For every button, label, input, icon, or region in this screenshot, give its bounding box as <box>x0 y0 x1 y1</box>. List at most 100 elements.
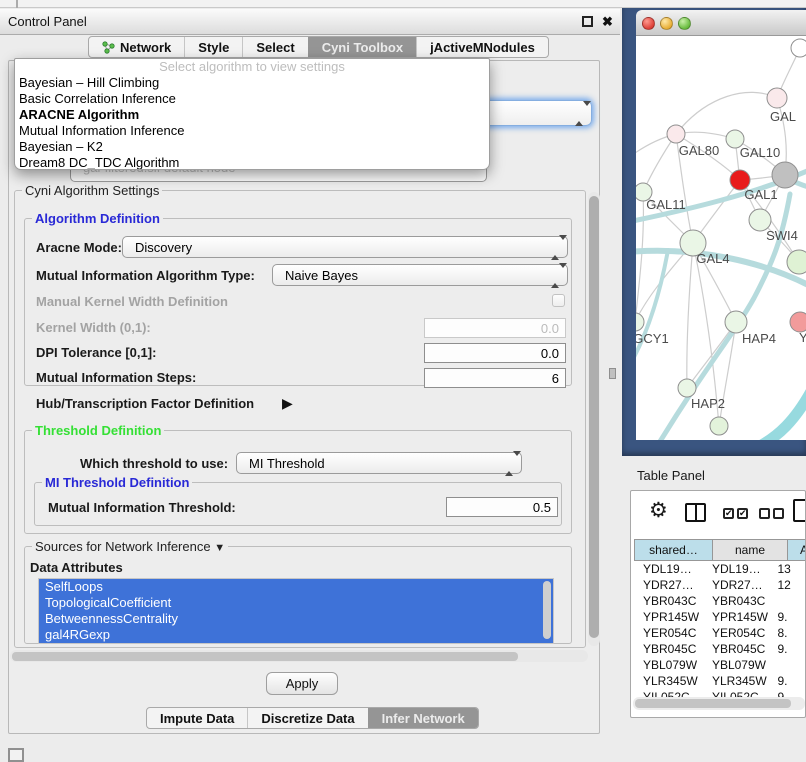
attribute-item-betweennesscentrality[interactable]: BetweennessCentrality <box>39 611 553 627</box>
network-node-gray-node[interactable] <box>772 162 798 188</box>
network-node-gal-top[interactable] <box>767 88 787 108</box>
algorithm-option-mutual-information-inference[interactable]: Mutual Information Inference <box>15 123 489 139</box>
sources-title[interactable]: Sources for Network Inference ▼ <box>32 539 228 554</box>
network-node-top-arc[interactable] <box>791 39 806 57</box>
network-window-titlebar[interactable] <box>636 10 806 36</box>
gear-icon[interactable]: ⚙ <box>649 500 668 521</box>
table-row-0[interactable]: YDL19…YDL19…13 <box>634 561 806 577</box>
algorithm-option-basic-correlation-inference[interactable]: Basic Correlation Inference <box>15 91 489 107</box>
table-cell: YER054C <box>634 625 703 641</box>
mi-algorithm-type-combo[interactable]: Naive Bayes <box>272 264 568 286</box>
table-row-1[interactable]: YDR27…YDR27…12 <box>634 577 806 593</box>
bottom-tabbar: Impute Data Discretize Data Infer Network <box>146 707 479 729</box>
table-row-7[interactable]: YLR345WYLR345W9. <box>634 673 806 689</box>
mi-threshold-field[interactable]: 0.5 <box>446 497 558 517</box>
which-threshold-combo[interactable]: MI Threshold <box>236 452 522 474</box>
network-node-y-salmon[interactable] <box>790 312 806 332</box>
network-node-hap2[interactable] <box>678 379 696 397</box>
manual-kernel-width-checkbox[interactable] <box>552 294 565 307</box>
mi-algorithm-type-value: Naive Bayes <box>285 268 358 283</box>
kernel-width-field[interactable]: 0.0 <box>424 318 566 338</box>
hub-factor-expander-label[interactable]: Hub/Transcription Factor Definition <box>36 396 254 411</box>
network-node-gal80[interactable] <box>667 125 685 143</box>
network-node-label-swi4: SWI4 <box>766 228 798 243</box>
float-window-icon[interactable] <box>582 16 593 27</box>
unchecked-checkboxes-icon[interactable] <box>759 508 784 519</box>
table-panel-title: Table Panel <box>637 466 705 486</box>
table-row-2[interactable]: YBR043CYBR043C <box>634 593 806 609</box>
table-cell: YDR27… <box>634 577 703 593</box>
expand-right-icon[interactable]: ▶ <box>282 395 293 412</box>
dpi-tolerance-field[interactable]: 0.0 <box>424 343 566 363</box>
tab-impute-data[interactable]: Impute Data <box>147 708 247 728</box>
control-panel-titlebar: Control Panel ✖ <box>0 9 620 35</box>
table-cell <box>768 593 806 609</box>
table-cell: 9. <box>768 673 806 689</box>
aracne-mode-combo[interactable]: Discovery <box>122 236 568 258</box>
network-node-bottom-green[interactable] <box>710 417 728 435</box>
tab-select[interactable]: Select <box>242 37 307 57</box>
split-columns-icon[interactable] <box>685 503 706 522</box>
tab-impute-data-label: Impute Data <box>160 711 234 726</box>
tab-network-label: Network <box>120 40 171 55</box>
table-cell: YBL079W <box>634 657 703 673</box>
document-icon[interactable] <box>793 499 806 522</box>
dpi-tolerance-value: 0.0 <box>541 346 559 361</box>
network-node-gcy1[interactable] <box>636 313 644 331</box>
table-panel-window: ⚙ shared…nameA YDL19…YDL19…13YDR27…YDR27… <box>630 490 806 718</box>
attribute-item-selfloops[interactable]: SelfLoops <box>39 579 553 595</box>
tab-jactivemnodules[interactable]: jActiveMNodules <box>416 37 548 57</box>
window-close-button[interactable] <box>642 17 655 30</box>
checked-checkboxes-icon[interactable] <box>723 508 748 519</box>
column-header-a[interactable]: A <box>788 539 806 561</box>
algorithm-option-bayesian-k2[interactable]: Bayesian – K2 <box>15 139 489 155</box>
table-cell: YBR045C <box>703 641 769 657</box>
network-node-label-hap4: HAP4 <box>742 331 776 346</box>
settings-hscrollbar-thumb[interactable] <box>12 652 518 661</box>
table-cell: YBR045C <box>634 641 703 657</box>
algorithm-option-bayesian-hill-climbing[interactable]: Bayesian – Hill Climbing <box>15 75 489 91</box>
close-icon[interactable]: ✖ <box>602 13 613 31</box>
column-header-shared[interactable]: shared… <box>634 539 713 561</box>
unchecked-checkbox-icon <box>759 508 770 519</box>
network-canvas[interactable]: GALGAL80GAL10GAL1GAL11SWI4GAL4GCY1HAP4YH… <box>636 36 806 440</box>
network-node-hap4[interactable] <box>725 311 747 333</box>
network-node-label-y-salmon: Y <box>799 330 806 345</box>
table-cell: YDL19… <box>634 561 703 577</box>
tab-style[interactable]: Style <box>184 37 242 57</box>
tab-cyni-toolbox[interactable]: Cyni Toolbox <box>308 37 416 57</box>
network-edge <box>643 134 676 192</box>
column-header-name[interactable]: name <box>713 539 788 561</box>
algorithm-option-aracne-algorithm[interactable]: ARACNE Algorithm <box>15 107 489 123</box>
sources-title-text: Sources for Network Inference <box>35 539 211 554</box>
window-zoom-button[interactable] <box>678 17 691 30</box>
collapse-down-icon[interactable]: ▼ <box>214 542 225 554</box>
table-cell: YDR27… <box>703 577 769 593</box>
network-node-label-gal1: GAL1 <box>744 187 777 202</box>
apply-button[interactable]: Apply <box>266 672 338 695</box>
table-row-4[interactable]: YER054CYER054C8. <box>634 625 806 641</box>
tab-infer-network-label: Infer Network <box>382 711 465 726</box>
tab-infer-network[interactable]: Infer Network <box>368 708 478 728</box>
app-screen: Control Panel ✖ Network Style Select Cyni T… <box>0 0 806 762</box>
combo-stepper-icon <box>551 268 560 282</box>
attribute-item-gal4rgexp[interactable]: gal4RGexp <box>39 627 553 643</box>
tab-network[interactable]: Network <box>89 37 184 57</box>
settings-scrollbar-thumb[interactable] <box>589 196 599 638</box>
mi-steps-field[interactable]: 6 <box>424 368 566 388</box>
tab-discretize-data[interactable]: Discretize Data <box>247 708 367 728</box>
attribute-item-topologicalcoefficient[interactable]: TopologicalCoefficient <box>39 595 553 611</box>
attributes-scrollbar-thumb[interactable] <box>543 581 551 639</box>
table-row-5[interactable]: YBR045CYBR045C9. <box>634 641 806 657</box>
algorithm-option-dream8-dc-tdc-algorithm[interactable]: Dream8 DC_TDC Algorithm <box>15 155 489 170</box>
table-row-6[interactable]: YBL079WYBL079W <box>634 657 806 673</box>
table-hscrollbar-thumb[interactable] <box>635 699 791 708</box>
float-panel-icon[interactable] <box>8 748 24 762</box>
window-minimize-button[interactable] <box>660 17 673 30</box>
tab-select-label: Select <box>256 40 294 55</box>
split-pane-handle[interactable] <box>609 368 616 379</box>
table-row-3[interactable]: YPR145WYPR145W9. <box>634 609 806 625</box>
network-node-label-gal4: GAL4 <box>696 251 729 266</box>
network-edge <box>636 192 643 322</box>
network-node-right-green[interactable] <box>787 250 806 274</box>
